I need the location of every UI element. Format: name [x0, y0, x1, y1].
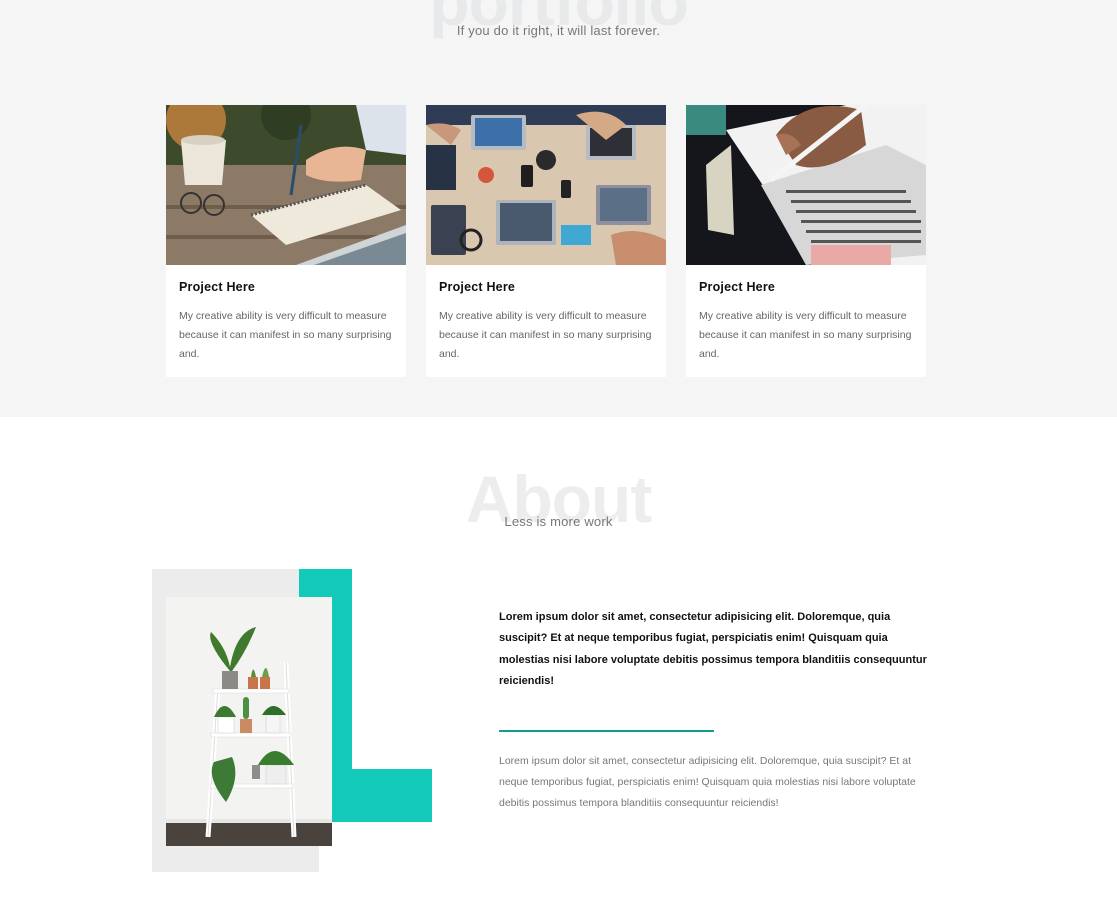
about-section: About Less is more work Lorem ipsum dolo… — [0, 417, 1117, 901]
notebook-writing-photo[interactable] — [166, 105, 406, 265]
about-subtitle: Less is more work — [504, 514, 613, 529]
portfolio-subtitle: If you do it right, it will last forever… — [456, 23, 661, 38]
project-title[interactable]: Project Here — [699, 280, 775, 294]
about-body-paragraph: Lorem ipsum dolor sit amet, consectetur … — [499, 755, 916, 809]
project-description: My creative ability is very difficult to… — [699, 310, 912, 360]
portfolio-section: portfolio If you do it right, it will la… — [0, 0, 1117, 417]
project-card[interactable]: Project Here My creative ability is very… — [426, 105, 666, 377]
about-lead-paragraph: Lorem ipsum dolor sit amet, consectetur … — [499, 611, 927, 687]
project-title[interactable]: Project Here — [439, 280, 515, 294]
teal-decor-horizontal — [332, 769, 432, 822]
about-divider — [499, 730, 714, 732]
project-description: My creative ability is very difficult to… — [179, 310, 392, 360]
project-description: My creative ability is very difficult to… — [439, 310, 652, 360]
project-card[interactable]: Project Here My creative ability is very… — [166, 105, 406, 377]
project-card[interactable]: Project Here My creative ability is very… — [686, 105, 926, 377]
answer-sheet-pencil-photo[interactable] — [686, 105, 926, 265]
project-title[interactable]: Project Here — [179, 280, 255, 294]
project-cards: Project Here My creative ability is very… — [166, 105, 926, 377]
plant-ladder-shelf-photo — [166, 597, 332, 846]
team-laptops-desk-photo[interactable] — [426, 105, 666, 265]
